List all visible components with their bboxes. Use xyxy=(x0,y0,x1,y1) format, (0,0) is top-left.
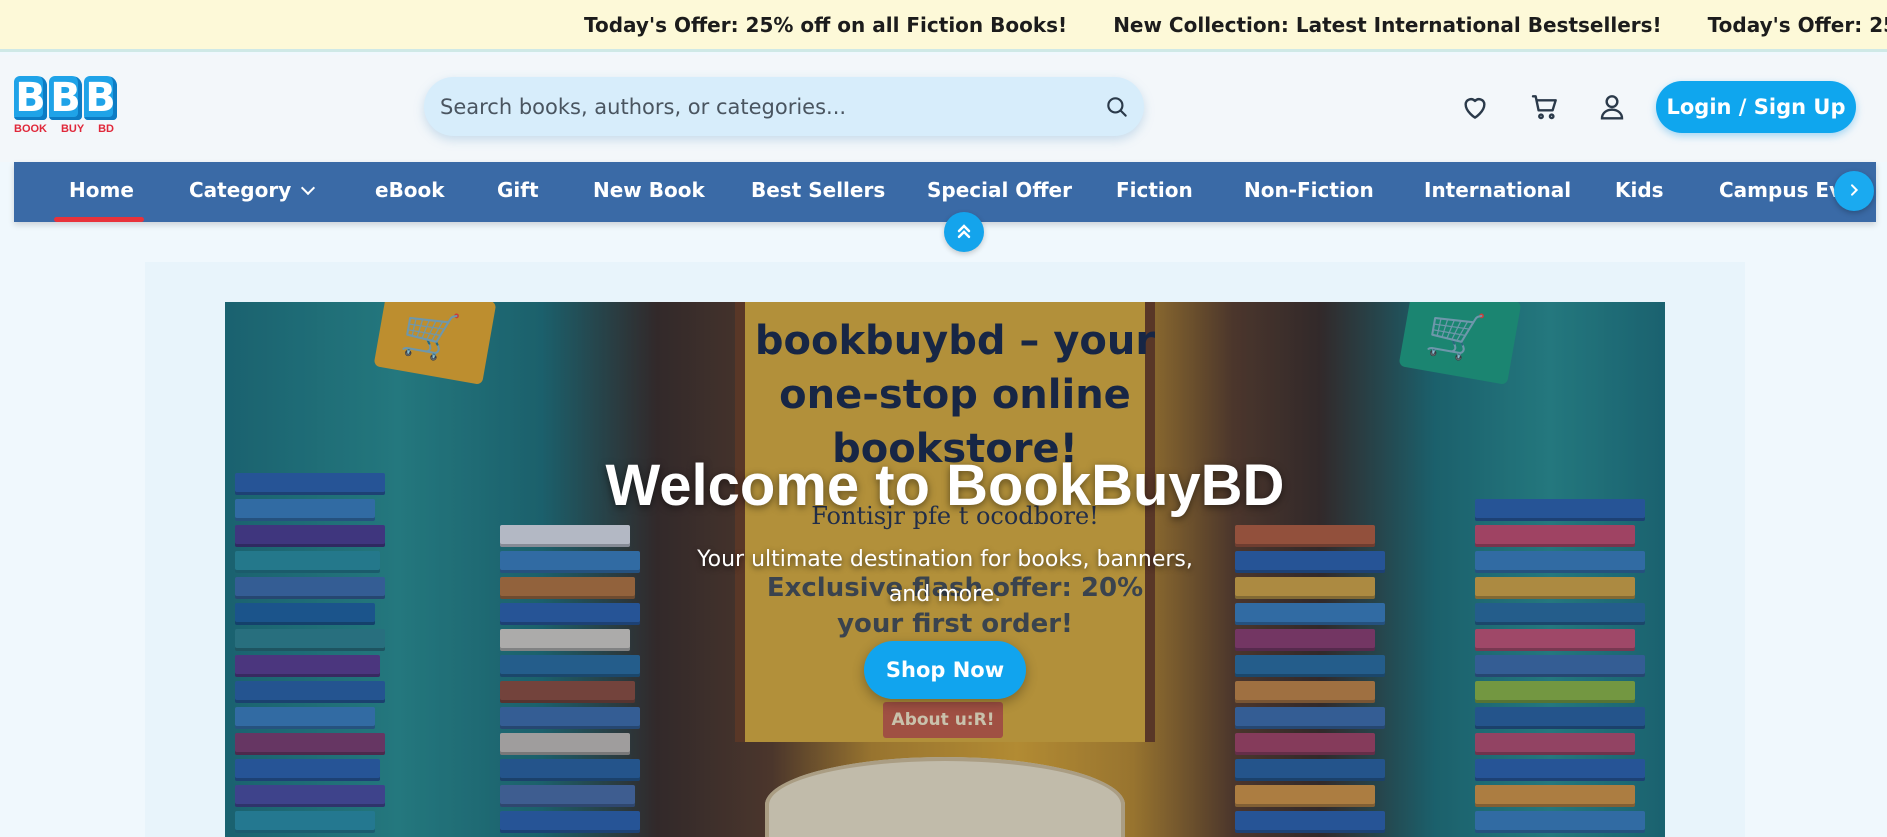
logo-word: BOOK xyxy=(14,123,47,135)
nav-item-special-offer[interactable]: Special Offer xyxy=(927,178,1072,202)
cart-icon[interactable] xyxy=(1529,91,1561,123)
active-nav-indicator xyxy=(54,217,144,222)
logo-word: BUY xyxy=(60,123,85,135)
nav-item-home[interactable]: Home xyxy=(69,178,134,202)
nav-item-category[interactable]: Category xyxy=(189,178,316,202)
nav-item-fiction[interactable]: Fiction xyxy=(1116,178,1193,202)
ticker-item: Today's Offer: 25% off on all Fiction Bo… xyxy=(1707,13,1887,37)
announcement-ticker: Today's Offer: 25% off on all Fiction Bo… xyxy=(0,0,1887,52)
ticker-item: New Collection: Latest International Bes… xyxy=(1113,13,1662,37)
nav-item-new-book[interactable]: New Book xyxy=(593,178,705,202)
main-nav: Home Category eBook Gift New Book Best S… xyxy=(14,162,1876,222)
user-icon[interactable] xyxy=(1596,91,1628,123)
hero-banner: bookbuybd – your one-stop online booksto… xyxy=(225,302,1665,837)
ticker-track: Today's Offer: 25% off on all Fiction Bo… xyxy=(584,13,1887,37)
logo-word: BD xyxy=(98,123,114,135)
search-input[interactable] xyxy=(440,77,1090,136)
nav-item-international[interactable]: International xyxy=(1424,178,1571,202)
search-bar xyxy=(424,77,1144,136)
chevron-down-icon xyxy=(301,180,316,196)
logo-letter: B xyxy=(49,75,82,121)
ticker-item: Today's Offer: 25% off on all Fiction Bo… xyxy=(584,13,1068,37)
logo-words: BOOK BUY BD xyxy=(14,123,114,135)
chevron-right-icon xyxy=(1851,183,1859,196)
nav-scroll-next-button[interactable] xyxy=(1834,171,1874,211)
collapse-nav-button[interactable] xyxy=(944,212,984,252)
double-chevron-up-icon xyxy=(957,223,971,238)
nav-item-ebook[interactable]: eBook xyxy=(375,178,445,202)
nav-item-non-fiction[interactable]: Non-Fiction xyxy=(1244,178,1374,202)
logo-letters: B B B xyxy=(14,76,120,120)
site-logo[interactable]: B B B BOOK BUY BD xyxy=(14,76,120,138)
site-header: B B B BOOK BUY BD Login / Sign Up xyxy=(0,55,1887,162)
hero-title: Welcome to BookBuyBD xyxy=(605,453,1285,518)
login-signup-button[interactable]: Login / Sign Up xyxy=(1656,81,1856,133)
nav-item-kids[interactable]: Kids xyxy=(1615,178,1664,202)
logo-letter: B xyxy=(14,75,47,121)
hero-subtitle: Your ultimate destination for books, ban… xyxy=(697,547,1193,607)
nav-item-gift[interactable]: Gift xyxy=(497,178,539,202)
search-icon[interactable] xyxy=(1104,94,1130,120)
nav-item-campus-events[interactable]: Campus Ev xyxy=(1719,178,1842,202)
heart-icon[interactable] xyxy=(1459,91,1491,123)
logo-letter: B xyxy=(84,75,117,121)
nav-item-best-sellers[interactable]: Best Sellers xyxy=(751,178,885,202)
nav-item-label: Category xyxy=(189,178,292,202)
shop-now-button[interactable]: Shop Now xyxy=(864,641,1026,699)
